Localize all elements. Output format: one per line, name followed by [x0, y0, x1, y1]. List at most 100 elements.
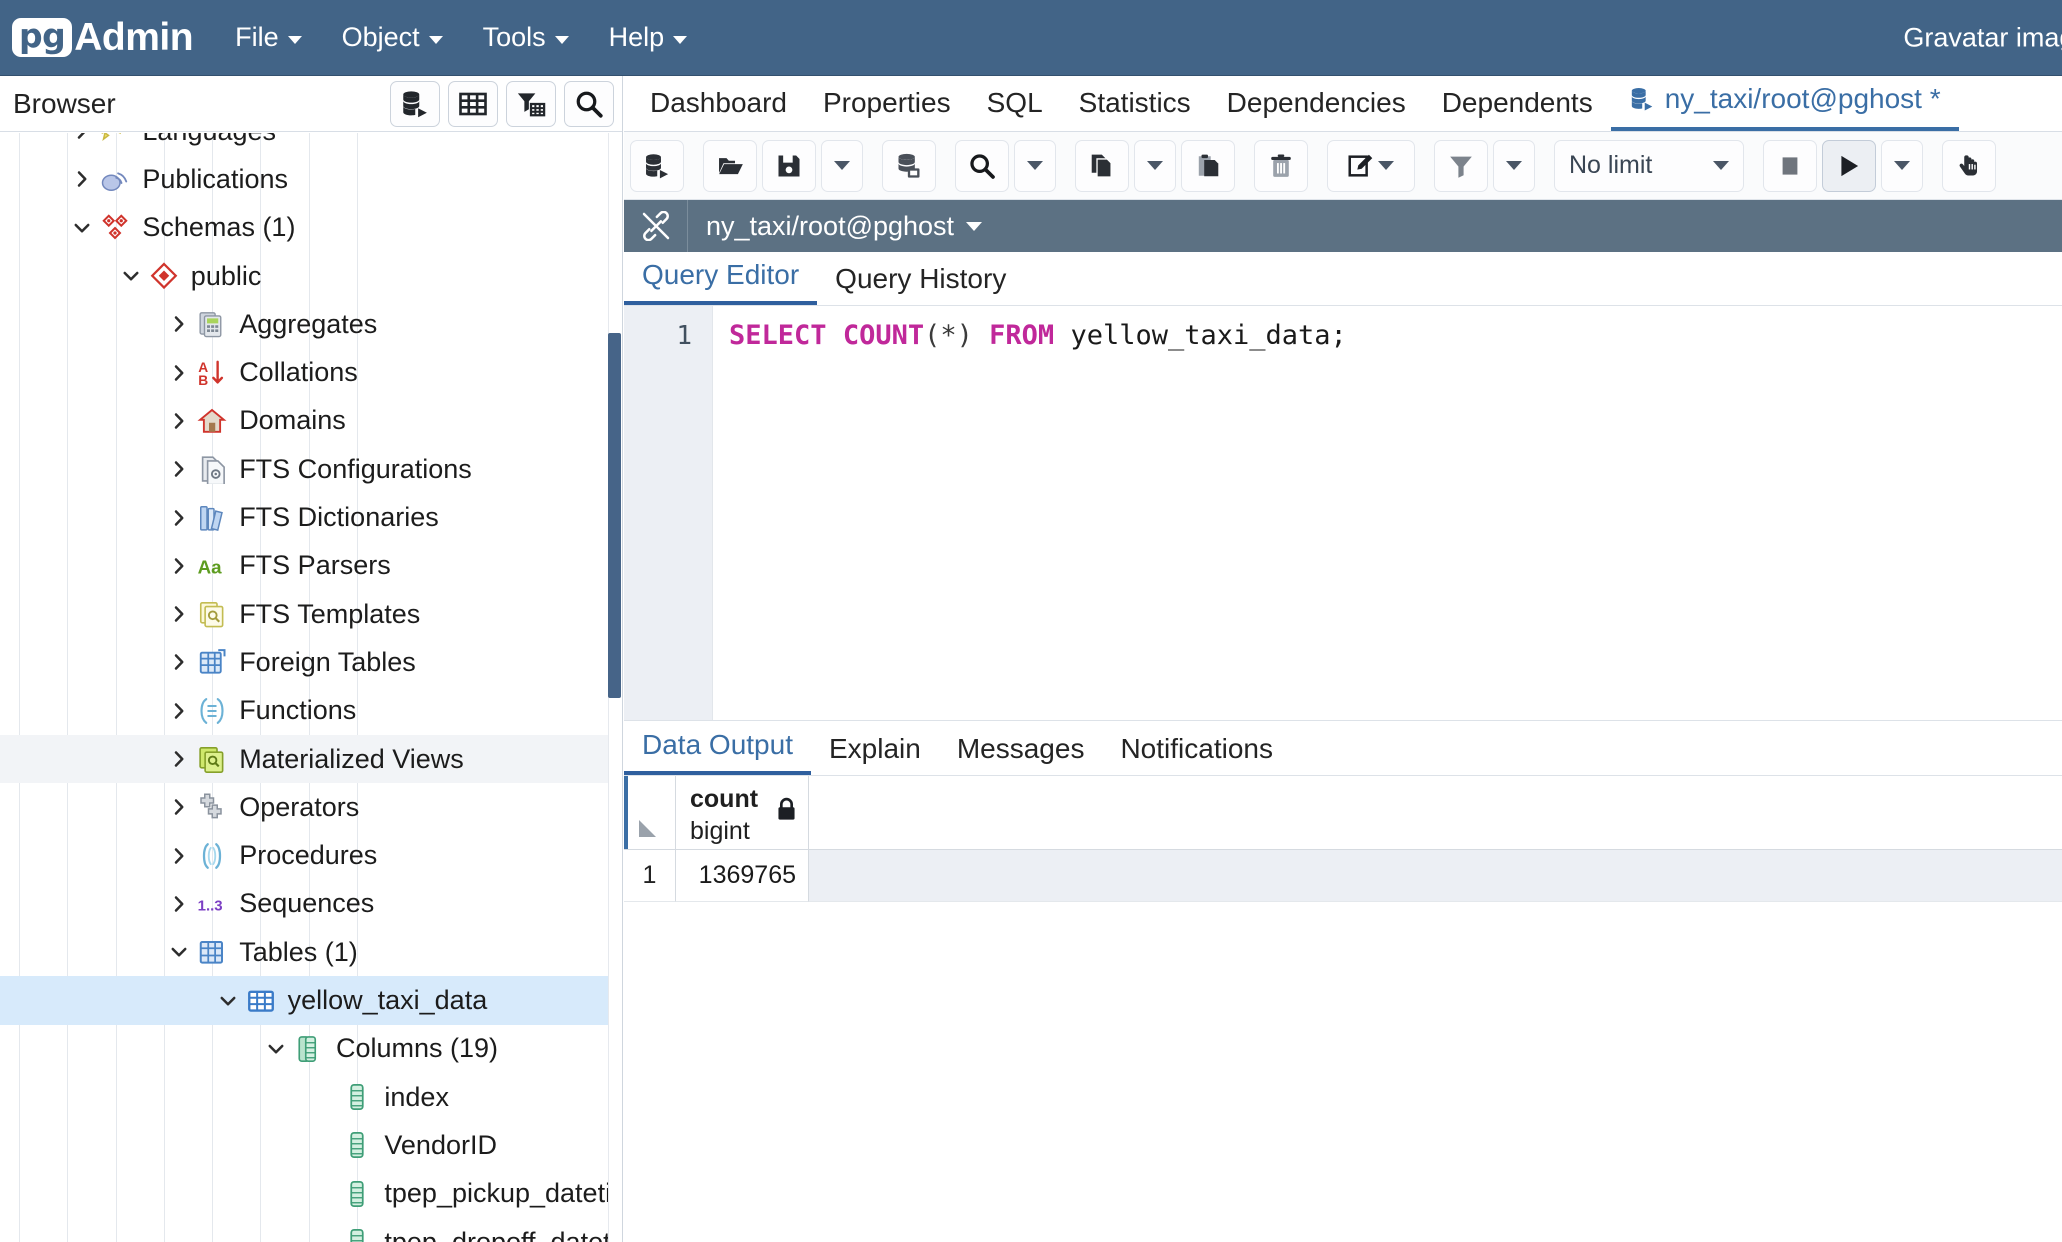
copy-icon[interactable] [1075, 139, 1129, 192]
tab-query-tool[interactable]: ny_taxi/root@pghost * [1610, 83, 1959, 131]
tree-item-tpep-dropoff-datetime[interactable]: tpep_dropoff_datetime [0, 1218, 622, 1242]
find-icon[interactable] [955, 139, 1009, 192]
view-data-icon[interactable] [448, 80, 498, 127]
tree-item-functions[interactable]: Functions [0, 687, 622, 735]
paste-icon[interactable] [1181, 139, 1235, 192]
browser-header: Browser [0, 76, 622, 132]
tree-item-collations[interactable]: A B Collations [0, 349, 622, 397]
tab-query-editor[interactable]: Query Editor [624, 259, 818, 305]
chevron-down-icon[interactable] [164, 942, 194, 962]
open-file-icon[interactable] [703, 139, 757, 192]
find-dropdown-caret-icon[interactable] [1014, 139, 1056, 192]
tree-item-fts-configurations[interactable]: FTS Configurations [0, 445, 622, 493]
tree-item-yellow-taxi-data[interactable]: yellow_taxi_data [0, 976, 622, 1025]
stop-icon[interactable] [1763, 139, 1817, 192]
tree-item-fts-templates[interactable]: FTS Templates [0, 590, 622, 638]
menu-tools[interactable]: Tools [465, 14, 587, 61]
tree-item-columns-19[interactable]: Columns (19) [0, 1025, 622, 1073]
connection-selector[interactable]: ny_taxi/root@pghost [706, 211, 983, 242]
tab-statistics[interactable]: Statistics [1061, 87, 1209, 131]
menu-help[interactable]: Help [591, 14, 706, 61]
tree-item-label: public [190, 260, 262, 291]
chevron-right-icon[interactable] [164, 508, 194, 528]
row-limit-select[interactable]: No limit [1554, 139, 1744, 192]
tab-data-output[interactable]: Data Output [624, 729, 811, 775]
save-file-icon[interactable] [762, 139, 816, 192]
execute-dropdown-caret-icon[interactable] [1881, 139, 1923, 192]
chevron-right-icon[interactable] [164, 701, 194, 721]
chevron-right-icon[interactable] [164, 652, 194, 672]
filtered-rows-icon[interactable] [506, 80, 556, 127]
tab-dashboard[interactable]: Dashboard [632, 87, 805, 131]
chevron-right-icon[interactable] [164, 556, 194, 576]
tab-explain[interactable]: Explain [811, 733, 939, 775]
tab-dependencies[interactable]: Dependencies [1209, 87, 1424, 131]
tree-item-domains[interactable]: Domains [0, 397, 622, 445]
filter-icon[interactable] [1434, 139, 1488, 192]
sql-code[interactable]: SELECT COUNT(*) FROM yellow_taxi_data; [713, 306, 2062, 720]
chevron-right-icon[interactable] [164, 363, 194, 383]
tab-messages[interactable]: Messages [939, 733, 1103, 775]
chevron-right-icon[interactable] [67, 169, 97, 189]
tree-item-public[interactable]: public [0, 252, 622, 300]
tree-item-fts-dictionaries[interactable]: FTS Dictionaries [0, 493, 622, 541]
cell-count[interactable]: 1369765 [676, 850, 809, 902]
tree-item-schemas-1[interactable]: Schemas (1) [0, 204, 622, 252]
query-tool-icon[interactable] [390, 80, 440, 127]
table-row[interactable]: 1 1369765 [624, 850, 2062, 902]
menu-object[interactable]: Object [324, 14, 461, 61]
column-header-count[interactable]: count bigint [676, 776, 809, 849]
chevron-down-icon[interactable] [213, 991, 243, 1011]
tree-item-aggregates[interactable]: Aggregates [0, 300, 622, 348]
row-number-header[interactable] [624, 776, 676, 849]
tree-item-materialized-views[interactable]: Materialized Views [0, 734, 622, 784]
chevron-right-icon[interactable] [164, 846, 194, 866]
tree-item-fts-parsers[interactable]: Aa FTS Parsers [0, 542, 622, 590]
tab-notifications[interactable]: Notifications [1102, 733, 1291, 775]
macros-icon[interactable] [1942, 139, 1996, 192]
chevron-down-icon[interactable] [116, 266, 146, 286]
filter-dropdown-caret-icon[interactable] [1493, 139, 1535, 192]
sql-editor[interactable]: 1 SELECT COUNT(*) FROM yellow_taxi_data; [624, 306, 2062, 720]
chevron-right-icon[interactable] [164, 797, 194, 817]
tree-item-vendorid[interactable]: VendorID [0, 1121, 622, 1169]
tree-item-foreign-tables[interactable]: Foreign Tables [0, 638, 622, 686]
chevron-down-icon[interactable] [67, 218, 97, 238]
edit-connection-icon[interactable] [882, 139, 936, 192]
tree-item-procedures[interactable]: Procedures [0, 832, 622, 880]
tree-item-operators[interactable]: Operators [0, 783, 622, 831]
tree-scrollbar-thumb[interactable] [608, 333, 621, 698]
copy-dropdown-caret-icon[interactable] [1134, 139, 1176, 192]
chevron-right-icon[interactable] [164, 411, 194, 431]
object-tree[interactable]: Languages Publications Schemas (1) public Ag… [0, 133, 622, 1242]
execute-icon[interactable] [1822, 139, 1876, 192]
tab-sql[interactable]: SQL [969, 87, 1061, 131]
search-icon[interactable] [564, 80, 614, 127]
open-query-tool-icon[interactable] [630, 139, 684, 192]
toolbar-group-connection [882, 139, 941, 192]
chevron-right-icon[interactable] [164, 459, 194, 479]
chevron-right-icon[interactable] [164, 314, 194, 334]
edit-dropdown-icon[interactable] [1327, 139, 1415, 192]
tab-properties[interactable]: Properties [805, 87, 969, 131]
chevron-right-icon[interactable] [67, 133, 97, 141]
tab-dependents[interactable]: Dependents [1424, 87, 1611, 131]
delete-icon[interactable] [1254, 139, 1308, 192]
menu-file[interactable]: File [217, 14, 320, 61]
chevron-down-icon[interactable] [261, 1039, 291, 1059]
tree-item-tpep-pickup-datetime[interactable]: tpep_pickup_datetime [0, 1170, 622, 1218]
chevron-right-icon[interactable] [164, 604, 194, 624]
result-grid[interactable]: count bigint 1 1369765 [624, 776, 2062, 1202]
chevron-right-icon[interactable] [164, 894, 194, 914]
tree-scrollbar[interactable] [608, 133, 622, 1242]
tree-item-languages[interactable]: Languages [0, 133, 622, 155]
tree-item-tables-1[interactable]: Tables (1) [0, 928, 622, 976]
tab-query-history[interactable]: Query History [817, 263, 1024, 305]
tree-item-publications[interactable]: Publications [0, 155, 622, 203]
select-all-triangle-icon[interactable] [639, 820, 656, 837]
tree-item-index[interactable]: index [0, 1073, 622, 1121]
tree-item-sequences[interactable]: 1..3 Sequences [0, 880, 622, 928]
save-dropdown-caret-icon[interactable] [821, 139, 863, 192]
pgadmin-window: pg Admin File Object Tools Help Gravatar … [0, 0, 2062, 1242]
chevron-right-icon[interactable] [164, 749, 194, 769]
